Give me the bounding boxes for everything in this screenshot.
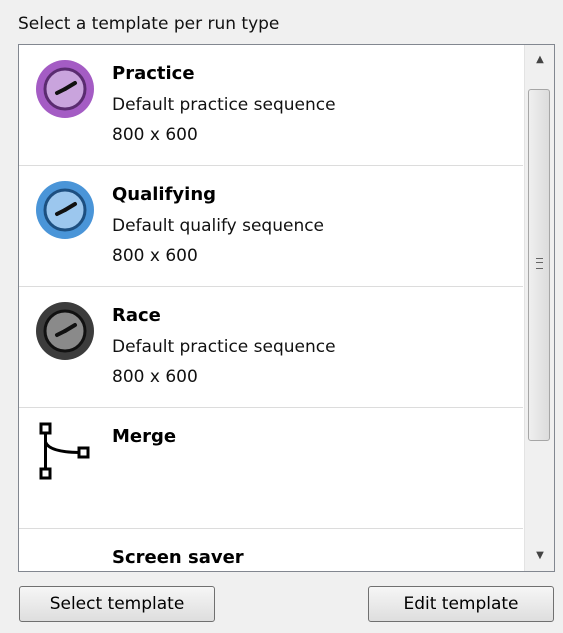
- list-item-practice[interactable]: Practice Default practice sequence 800 x…: [19, 45, 523, 166]
- page-title: Select a template per run type: [18, 14, 280, 34]
- item-title: Screen saver: [112, 547, 244, 568]
- scrollbar-thumb[interactable]: [528, 89, 550, 441]
- list-item-race[interactable]: Race Default practice sequence 800 x 600: [19, 287, 523, 408]
- template-items: Practice Default practice sequence 800 x…: [19, 45, 523, 571]
- item-description: Default qualify sequence: [112, 216, 325, 236]
- item-resolution: 800 x 600: [112, 246, 198, 266]
- item-title: Merge: [112, 426, 177, 447]
- scroll-down-arrow[interactable]: ▼: [525, 541, 554, 571]
- item-resolution: 800 x 600: [112, 125, 198, 145]
- grip-icon: [536, 258, 543, 269]
- merge-icon: [39, 422, 90, 480]
- list-item-merge[interactable]: Merge: [19, 408, 523, 529]
- clock-icon: [36, 302, 94, 360]
- template-list[interactable]: Practice Default practice sequence 800 x…: [18, 44, 555, 572]
- item-resolution: 800 x 600: [112, 367, 198, 387]
- clock-icon: [36, 181, 94, 239]
- item-title: Qualifying: [112, 184, 217, 205]
- edit-template-button[interactable]: Edit template: [368, 586, 554, 622]
- select-template-button[interactable]: Select template: [19, 586, 215, 622]
- list-item-qualifying[interactable]: Qualifying Default qualify sequence 800 …: [19, 166, 523, 287]
- item-description: Default practice sequence: [112, 337, 336, 357]
- vertical-scrollbar[interactable]: ▲ ▼: [524, 45, 554, 571]
- item-title: Practice: [112, 63, 195, 84]
- clock-icon: [36, 60, 94, 118]
- item-description: Default practice sequence: [112, 95, 336, 115]
- scroll-up-arrow[interactable]: ▲: [525, 45, 554, 75]
- item-title: Race: [112, 305, 161, 326]
- list-item-screen-saver[interactable]: Screen saver: [19, 529, 523, 571]
